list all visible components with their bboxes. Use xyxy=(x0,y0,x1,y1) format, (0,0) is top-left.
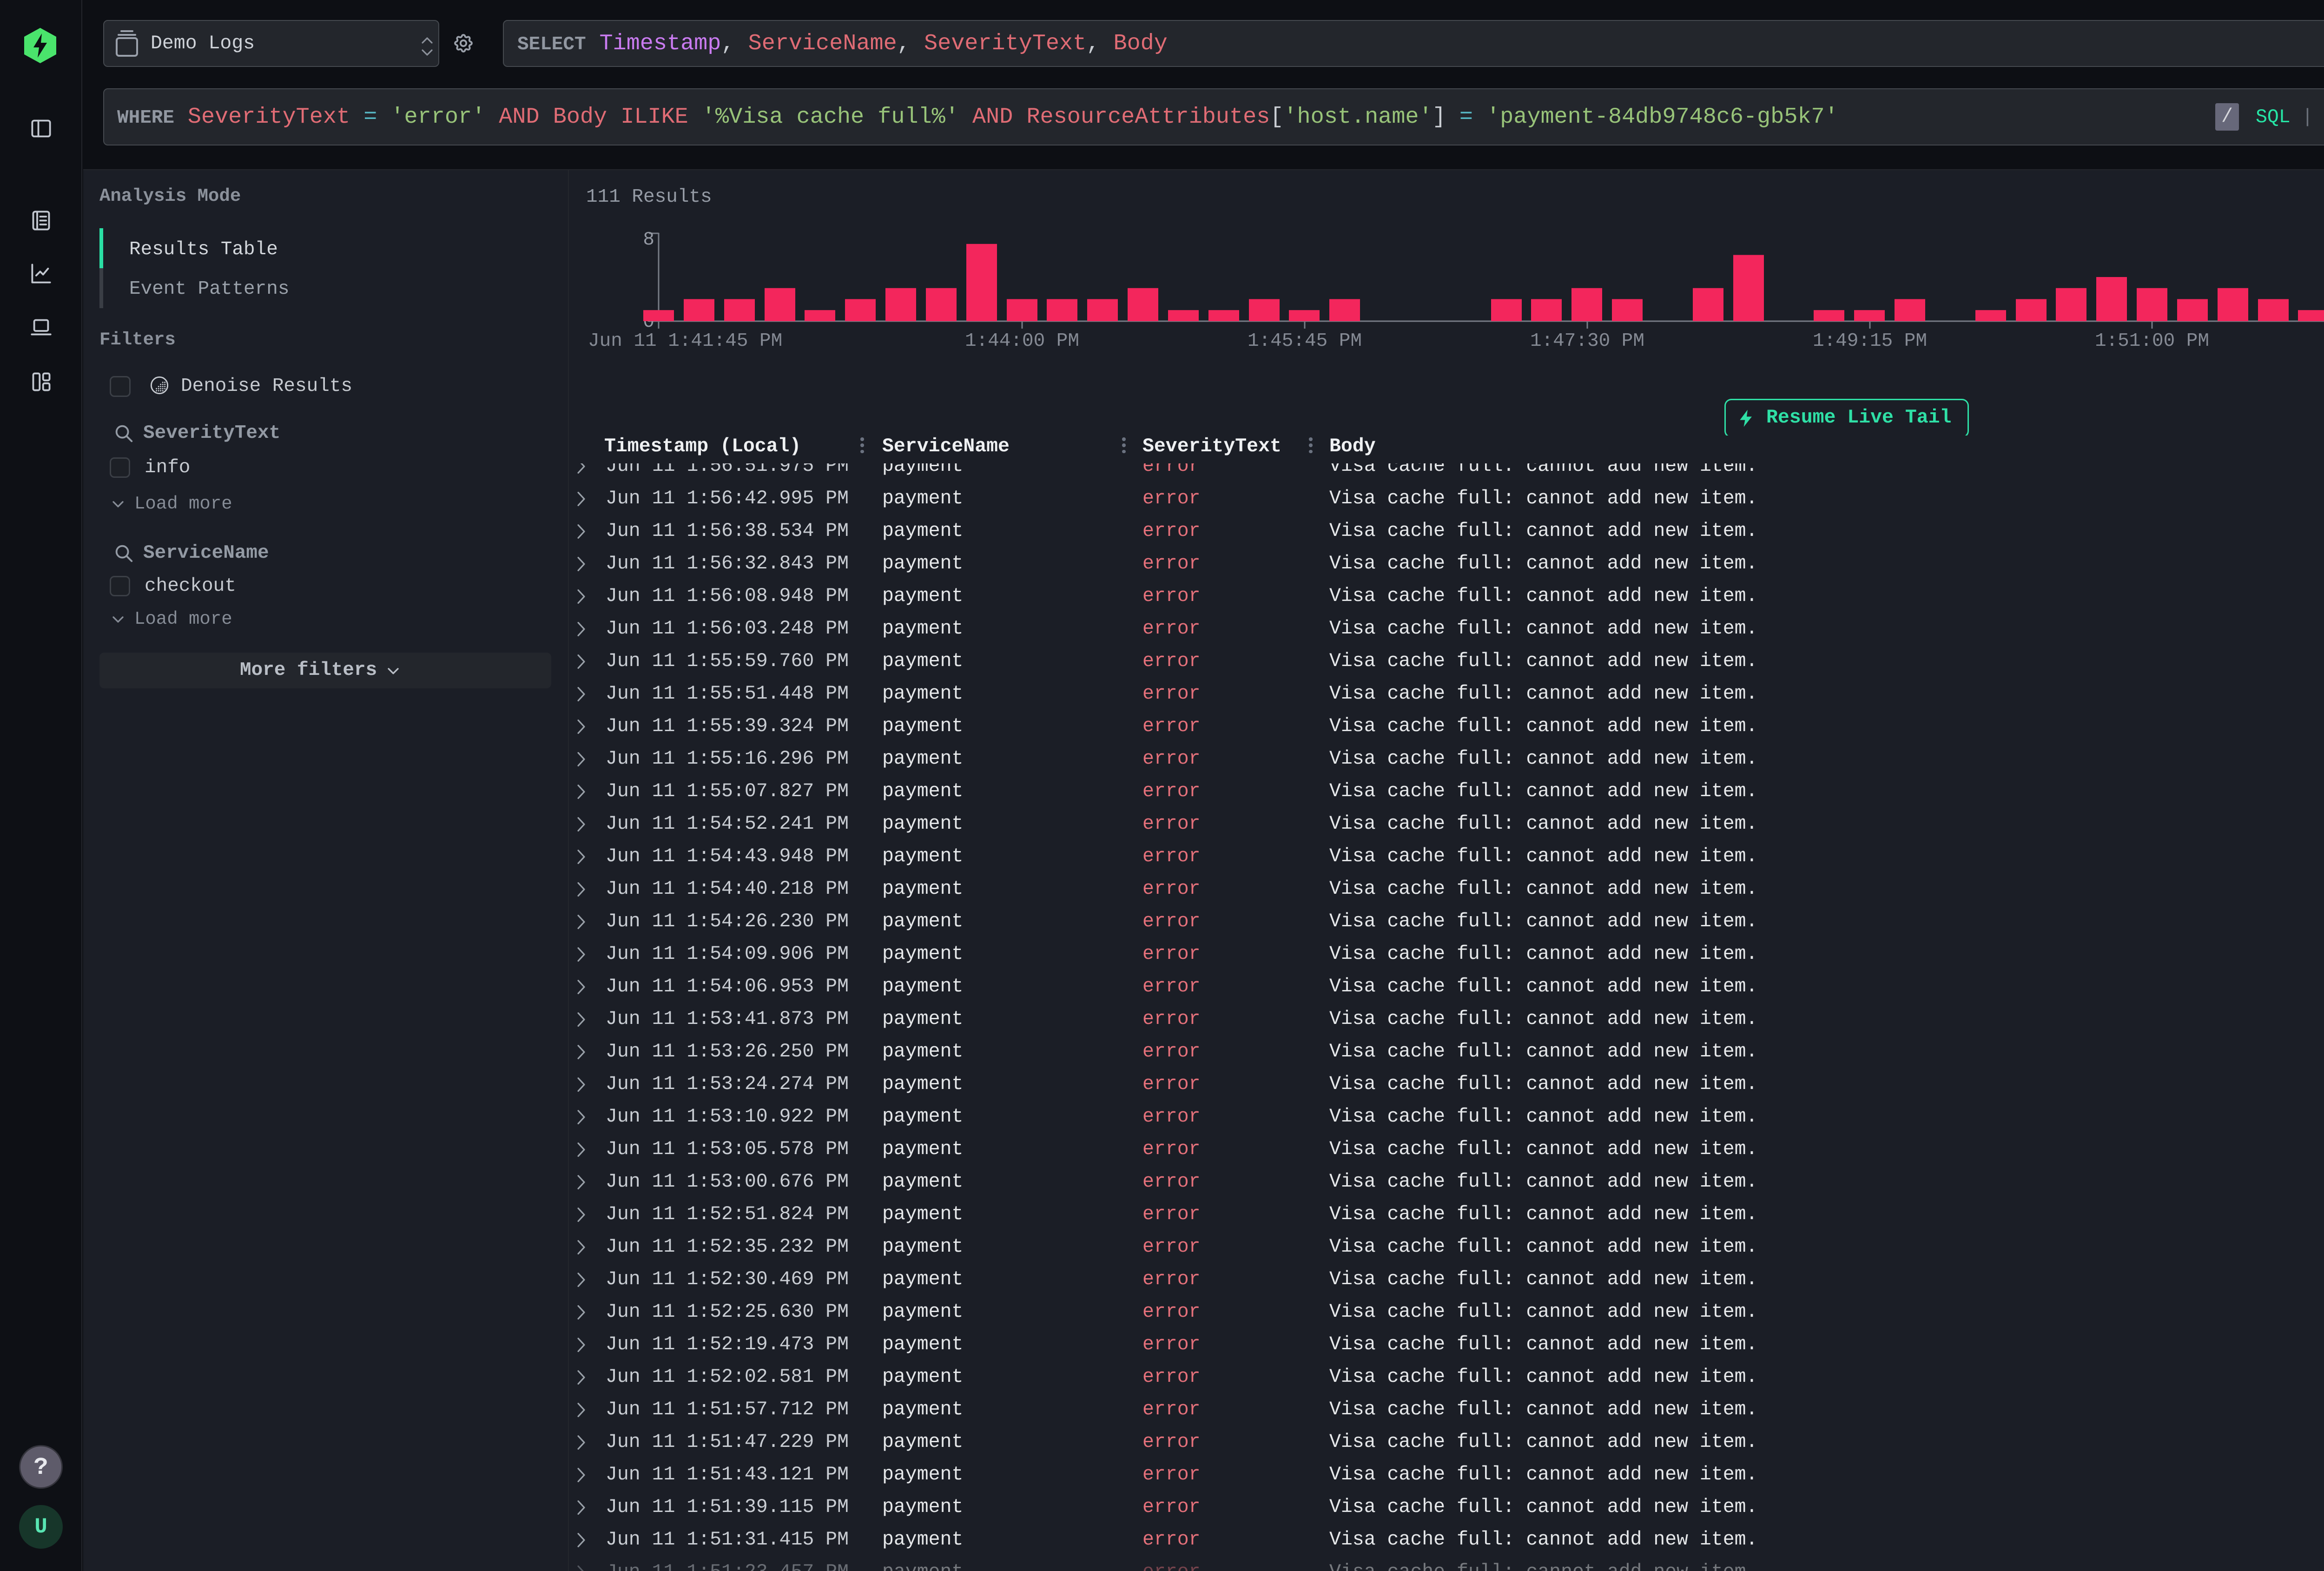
svg-text:1:44:00 PM: 1:44:00 PM xyxy=(965,330,1079,352)
svg-text:1:49:15 PM: 1:49:15 PM xyxy=(1813,330,1927,352)
svg-text:1:45:45 PM: 1:45:45 PM xyxy=(1248,330,1362,352)
svg-text:1:51:00 PM: 1:51:00 PM xyxy=(2095,330,2209,352)
svg-text:1:47:30 PM: 1:47:30 PM xyxy=(1530,330,1644,352)
svg-text:Jun 11 1:41:45 PM: Jun 11 1:41:45 PM xyxy=(588,330,782,352)
svg-text:8: 8 xyxy=(643,229,654,251)
